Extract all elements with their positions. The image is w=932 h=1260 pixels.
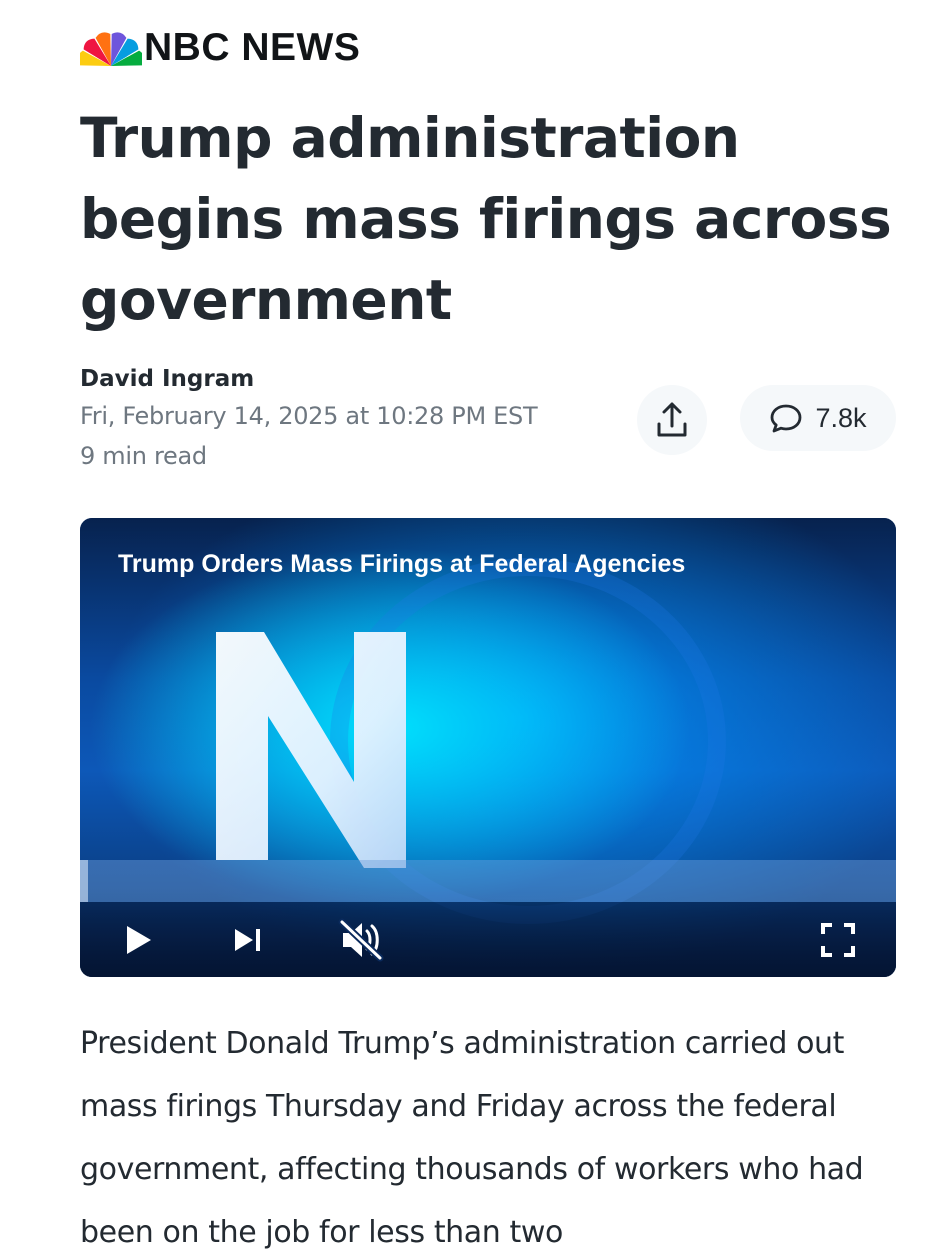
share-icon — [657, 402, 687, 437]
fullscreen-button[interactable] — [816, 918, 860, 962]
article-page: NBC NEWS Trump administration begins mas… — [0, 0, 932, 1260]
play-icon — [127, 926, 151, 954]
comment-icon — [771, 404, 802, 433]
article-body: President Donald Trump’s administration … — [80, 1026, 864, 1250]
mute-icon — [338, 918, 384, 962]
publish-timestamp: Fri, February 14, 2025 at 10:28 PM EST — [80, 402, 538, 430]
video-title: Trump Orders Mass Firings at Federal Age… — [118, 550, 686, 578]
video-progress-bar[interactable] — [80, 860, 896, 902]
play-button[interactable] — [118, 920, 158, 960]
peacock-logo-icon — [80, 32, 142, 66]
fullscreen-icon — [821, 923, 855, 957]
video-progress-fill — [80, 860, 89, 902]
headline: Trump administration begins mass firings… — [80, 106, 892, 332]
read-time: 9 min read — [80, 442, 207, 470]
byline: David Ingram Fri, February 14, 2025 at 1… — [80, 362, 538, 476]
skip-next-button[interactable] — [228, 920, 268, 960]
mute-button[interactable] — [336, 916, 386, 964]
brand-name: NBC NEWS — [144, 26, 361, 69]
comments-button[interactable]: 7.8k — [740, 385, 896, 451]
author-name[interactable]: David Ingram — [80, 362, 537, 396]
share-button[interactable] — [637, 385, 707, 455]
nbc-n-graphic — [216, 632, 406, 868]
skip-next-icon — [235, 929, 260, 951]
site-logo[interactable]: NBC NEWS — [80, 28, 360, 68]
comment-count: 7.8k — [815, 402, 867, 433]
video-player[interactable]: Trump Orders Mass Firings at Federal Age… — [80, 518, 896, 977]
video-controls — [80, 902, 896, 977]
